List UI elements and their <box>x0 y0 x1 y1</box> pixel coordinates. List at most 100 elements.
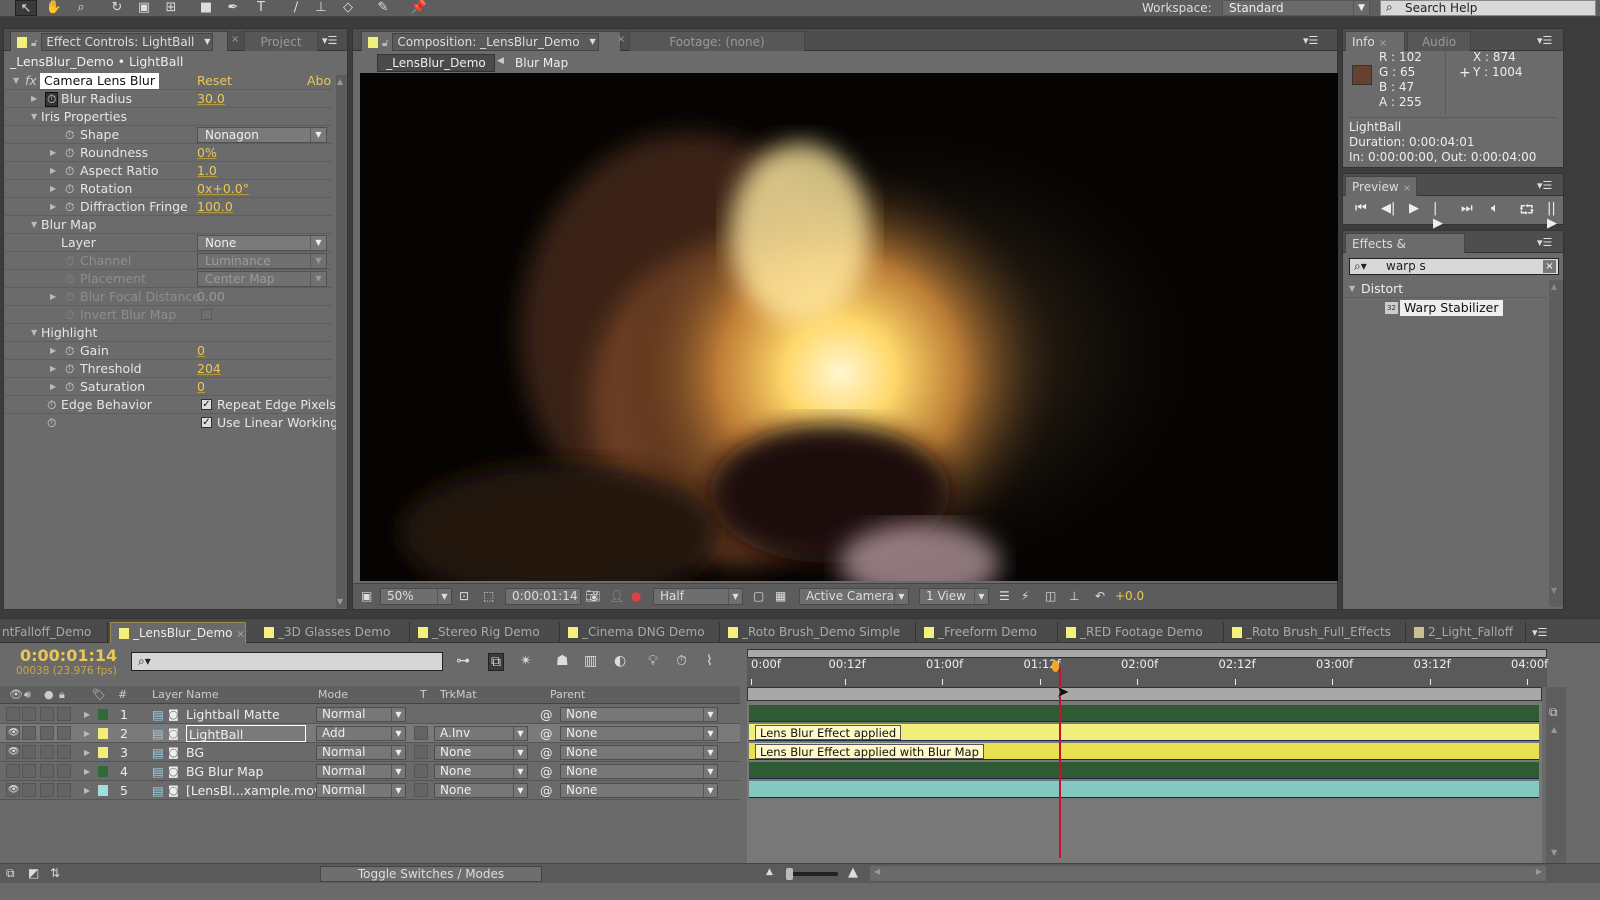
in-out-icon[interactable]: ⇅ <box>50 866 60 880</box>
layer-duration-bar[interactable]: Lens Blur Effect applied with Blur Map <box>749 743 1539 760</box>
video-visibility-icon[interactable]: 👁︎ <box>9 686 23 704</box>
time-ruler[interactable]: 0:00f 00:12f 01:00f 01:12f 02:00f 02:12f 03:00… <box>747 649 1548 687</box>
timeline-vertical-scrollbar[interactable]: ⧉ ▲ ▼ <box>1546 687 1566 863</box>
search-help-input[interactable]: ⌕ Search Help <box>1380 0 1596 16</box>
layer-duration-bar[interactable] <box>749 705 1539 722</box>
audio-switch[interactable] <box>22 707 36 721</box>
tab-project[interactable]: Project <box>244 31 318 51</box>
lock-switch[interactable] <box>57 764 71 778</box>
layer-row[interactable]: 👁︎ ▶ 5 ▤ ◙ [LensBl...xample.mov] Normal ▼ None ▼ @… <box>0 781 740 800</box>
solo-switch[interactable] <box>40 764 54 778</box>
comp-mini-flowchart-icon[interactable]: ⊶ <box>456 653 470 669</box>
parent-dropdown[interactable]: None ▼ <box>560 783 718 798</box>
zoom-out-icon[interactable]: ▲ <box>766 867 773 877</box>
layer-row[interactable]: 👁︎ ▶ 3 ▤ ◙ BG Normal ▼ None ▼ @ None ▼ <box>0 743 740 762</box>
label-color[interactable] <box>98 747 108 758</box>
expand-triangle-icon[interactable]: ▶ <box>50 198 56 216</box>
toggle-switches-modes-button[interactable]: Toggle Switches / Modes <box>320 866 542 882</box>
property-value[interactable]: 0% <box>197 144 217 162</box>
audio-icon[interactable]: 🔈︎ <box>1491 201 1499 216</box>
expand-triangle-icon[interactable]: ▶ <box>84 705 90 724</box>
layer-row[interactable]: ▶ 1 ▤ ◙ Lightball Matte Normal ▼ @ None ▼ <box>0 705 740 724</box>
solo-switch[interactable] <box>40 745 54 759</box>
vertical-scrollbar[interactable]: ▲ ▼ <box>336 75 347 608</box>
label-color[interactable] <box>98 785 108 796</box>
scroll-down-icon[interactable]: ▼ <box>1551 848 1557 857</box>
stopwatch-icon[interactable]: ⏱ <box>47 414 56 432</box>
effect-item-warp-stabilizer[interactable]: 32 Warp Stabilizer <box>1343 299 1547 317</box>
stopwatch-icon[interactable]: ⏱ <box>65 342 74 360</box>
exposure-value[interactable]: +0.0 <box>1115 589 1144 603</box>
scroll-up-icon[interactable]: ▲ <box>337 77 343 86</box>
panel-menu-icon[interactable]: ▾☰ <box>1537 179 1552 192</box>
shape-dropdown[interactable]: Nonagon ▼ <box>197 127 327 143</box>
always-preview-icon[interactable]: ▣ <box>361 589 372 603</box>
collapse-triangle-icon[interactable]: ▼ <box>31 216 37 234</box>
panel-menu-icon[interactable]: ▾☰ <box>1537 34 1552 47</box>
reset-link[interactable]: Reset <box>197 72 232 90</box>
stopwatch-icon[interactable]: ⏱ <box>65 162 74 180</box>
scroll-left-icon[interactable]: ◀ <box>874 867 880 876</box>
audio-switch[interactable] <box>22 783 36 797</box>
loop-icon[interactable]: ⮔ <box>1519 201 1534 223</box>
selection-tool-icon[interactable]: ↖ <box>15 0 37 16</box>
layer-switches-icon[interactable]: ⧉ <box>6 866 15 881</box>
layer-duration-bar[interactable]: Lens Blur Effect applied <box>749 724 1539 741</box>
stopwatch-icon[interactable]: ⏱ <box>65 360 74 378</box>
fx-icon[interactable]: fx <box>25 72 37 90</box>
tab-footage[interactable]: Footage: (none) <box>629 31 805 51</box>
hand-tool-icon[interactable]: ✋ <box>43 0 65 16</box>
property-value[interactable]: 0 <box>197 342 205 360</box>
close-icon[interactable]: × <box>1403 183 1411 194</box>
tab-audio[interactable]: Audio <box>1407 31 1471 51</box>
safe-margins-icon[interactable]: ⊡ <box>459 589 469 603</box>
pick-whip-icon[interactable]: @ <box>540 743 553 762</box>
hide-shy-layers-icon[interactable]: ☗ <box>556 653 569 669</box>
brush-tool-icon[interactable]: ∕ <box>285 0 307 16</box>
type-tool-icon[interactable]: T <box>250 0 272 16</box>
camera-tool-icon[interactable]: ▣ <box>133 0 155 16</box>
channel-icon[interactable]: ● <box>631 589 641 603</box>
expand-triangle-icon[interactable]: ▶ <box>84 781 90 800</box>
expand-triangle-icon[interactable]: ▶ <box>50 162 56 180</box>
property-value[interactable]: 1.0 <box>197 162 217 180</box>
timeline-tab[interactable]: _3D Glasses Demo <box>256 622 410 643</box>
effects-search-input[interactable]: ⌕▾ warp s × <box>1349 258 1559 275</box>
vertical-scrollbar[interactable]: ▲ ▼ <box>1549 280 1563 607</box>
breadcrumb-comp[interactable]: _LensBlur_Demo <box>377 54 495 72</box>
preserve-transparency-switch[interactable] <box>414 764 428 778</box>
expand-triangle-icon[interactable]: ▶ <box>50 144 56 162</box>
expand-triangle-icon[interactable]: ▶ <box>84 724 90 743</box>
video-switch[interactable]: 👁︎ <box>6 783 20 797</box>
pick-whip-icon[interactable]: @ <box>540 705 553 724</box>
pen-tool-icon[interactable]: ✒ <box>222 0 244 16</box>
current-time-field[interactable]: 0:00:01:14 <box>505 588 581 605</box>
lock-icon[interactable]: 🔓︎ <box>31 38 37 49</box>
expand-triangle-icon[interactable]: ▶ <box>50 342 56 360</box>
tab-composition[interactable]: 🔓︎ Composition: _LensBlur_Demo ▼ <box>361 31 621 51</box>
layer-name[interactable]: [LensBl...xample.mov] <box>186 781 326 800</box>
graph-editor-icon[interactable]: ⌇ <box>706 653 713 669</box>
preserve-transparency-switch[interactable] <box>414 783 428 797</box>
time-navigator[interactable] <box>747 687 1542 701</box>
resolution-dropdown[interactable]: Half ▼ <box>653 588 743 605</box>
lock-switch[interactable] <box>57 726 71 740</box>
expand-triangle-icon[interactable]: ▶ <box>84 762 90 781</box>
camera-view-dropdown[interactable]: Active Camera ▼ <box>799 588 909 605</box>
expand-triangle-icon[interactable]: ▶ <box>84 743 90 762</box>
expand-triangle-icon[interactable]: ▶ <box>50 360 56 378</box>
mask-tool-icon[interactable]: ■ <box>195 0 217 16</box>
track-matte-dropdown[interactable]: None ▼ <box>434 783 528 798</box>
blend-mode-dropdown[interactable]: Add ▼ <box>316 726 406 741</box>
reset-exposure-icon[interactable]: ↶ <box>1095 589 1105 603</box>
ram-preview-icon[interactable]: ||▶ <box>1547 201 1557 231</box>
zoom-slider[interactable] <box>786 868 838 880</box>
view-layout-dropdown[interactable]: 1 View ▼ <box>919 588 989 605</box>
solo-switch[interactable] <box>40 726 54 740</box>
scroll-up-icon[interactable]: ▲ <box>1551 725 1557 734</box>
solo-switch[interactable] <box>40 707 54 721</box>
stopwatch-icon[interactable]: ⏱ <box>65 198 74 216</box>
stopwatch-icon[interactable]: ⏱ <box>45 92 59 107</box>
next-frame-icon[interactable]: |▶ <box>1433 201 1443 231</box>
pick-whip-icon[interactable]: @ <box>540 724 553 743</box>
